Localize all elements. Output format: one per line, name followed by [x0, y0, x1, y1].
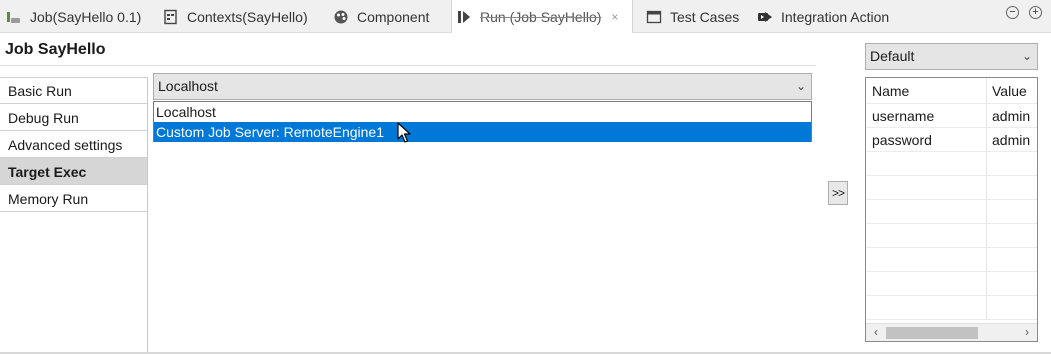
- component-icon: [333, 9, 349, 25]
- tab-label: Integration Action: [781, 8, 890, 25]
- nav-item-memory-run[interactable]: Memory Run: [0, 185, 147, 212]
- target-server-select[interactable]: Localhost ⌄: [153, 73, 812, 100]
- nav-item-target-exec[interactable]: Target Exec: [0, 158, 147, 185]
- close-icon[interactable]: ×: [611, 10, 618, 24]
- horizontal-scrollbar[interactable]: ‹ ›: [866, 323, 1037, 341]
- column-header-name[interactable]: Name: [866, 78, 987, 103]
- run-settings-nav: Basic Run Debug Run Advanced settings Ta…: [0, 77, 148, 354]
- dropdown-option-localhost[interactable]: Localhost: [154, 102, 811, 122]
- nav-item-debug-run[interactable]: Debug Run: [0, 104, 147, 131]
- context-select-value: Default: [870, 48, 915, 64]
- table-row-empty: [866, 296, 1037, 320]
- tab-label: Component: [357, 8, 430, 25]
- column-header-value[interactable]: Value: [987, 78, 1037, 103]
- contexts-icon: [163, 9, 179, 25]
- table-header: Name Value: [866, 78, 1037, 104]
- cell-name: username: [866, 104, 987, 127]
- tab-component[interactable]: Component: [333, 0, 429, 33]
- editor-tab-bar: Job(SayHello 0.1) Contexts(SayHello) Com…: [0, 0, 1051, 33]
- scroll-left-icon[interactable]: ‹: [869, 325, 883, 339]
- target-server-value: Localhost: [158, 78, 218, 94]
- cell-value: admin: [992, 108, 1031, 124]
- test-cases-icon: [646, 9, 662, 25]
- table-row-empty: [866, 176, 1037, 200]
- cell-name: password: [866, 128, 987, 151]
- dropdown-option-remote-engine[interactable]: Custom Job Server: RemoteEngine1: [154, 122, 811, 142]
- context-select[interactable]: Default ⌄: [865, 43, 1038, 70]
- table-row-empty: [866, 200, 1037, 224]
- table-row[interactable]: password admin: [866, 128, 1037, 152]
- tab-contexts[interactable]: Contexts(SayHello): [163, 0, 308, 33]
- integration-action-icon: [757, 9, 773, 25]
- chevron-down-icon: ⌄: [795, 79, 806, 93]
- divider: [0, 65, 816, 66]
- job-icon: [6, 9, 22, 25]
- nav-item-basic-run[interactable]: Basic Run: [0, 77, 147, 104]
- tab-label: Run (Job SayHello): [480, 8, 602, 25]
- tab-label: Contexts(SayHello): [187, 8, 308, 25]
- context-table: Name Value username admin password admin…: [865, 77, 1038, 342]
- tab-integration-action[interactable]: Integration Action: [757, 0, 889, 33]
- page-title: Job SayHello: [5, 41, 106, 58]
- table-row[interactable]: username admin: [866, 104, 1037, 128]
- chevron-down-icon: ⌄: [1021, 49, 1032, 63]
- tab-run[interactable]: Run (Job SayHello) ×: [451, 0, 633, 33]
- maximize-icon[interactable]: +: [1029, 6, 1042, 19]
- cell-value: admin: [992, 132, 1031, 148]
- table-row-empty: [866, 224, 1037, 248]
- mouse-cursor-icon: [397, 122, 413, 144]
- tab-job[interactable]: Job(SayHello 0.1): [6, 0, 141, 33]
- nav-item-advanced-settings[interactable]: Advanced settings: [0, 131, 147, 158]
- target-server-dropdown: Localhost Custom Job Server: RemoteEngin…: [153, 101, 812, 142]
- table-row-empty: [866, 152, 1037, 176]
- tab-label: Job(SayHello 0.1): [30, 8, 142, 25]
- scrollbar-thumb[interactable]: [886, 327, 978, 339]
- run-icon: [456, 9, 472, 25]
- table-row-empty: [866, 272, 1037, 296]
- table-row-empty: [866, 248, 1037, 272]
- tab-test-cases[interactable]: Test Cases: [646, 0, 739, 33]
- scroll-right-icon[interactable]: ›: [1020, 325, 1034, 339]
- minimize-icon[interactable]: −: [1006, 6, 1019, 19]
- tab-label: Test Cases: [670, 8, 740, 25]
- move-context-button[interactable]: >>: [828, 181, 848, 205]
